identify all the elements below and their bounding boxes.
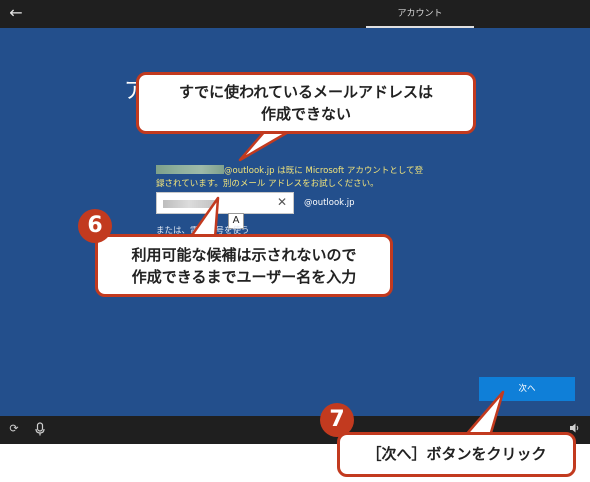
step-badge-7: 7 [320,403,354,437]
callout2-pointer [188,196,220,240]
callout3-pointer [463,390,505,438]
callout1-line1: すでに使われているメールアドレスは [179,83,433,101]
step-badge-6: 6 [78,209,112,243]
callout-enter-username: 利用可能な候補は示されないので 作成できるまでユーザー名を入力 [95,234,393,297]
callout-click-next: ［次へ］ボタンをクリック [337,432,576,477]
callout1-line2: 作成できない [260,105,351,123]
callout2-line1: 利用可能な候補は示されないので [131,246,357,264]
callout-email-taken: すでに使われているメールアドレスは 作成できない [136,72,476,134]
callout1-pointer [238,129,292,162]
callout2-line2: 作成できるまでユーザー名を入力 [131,268,357,286]
